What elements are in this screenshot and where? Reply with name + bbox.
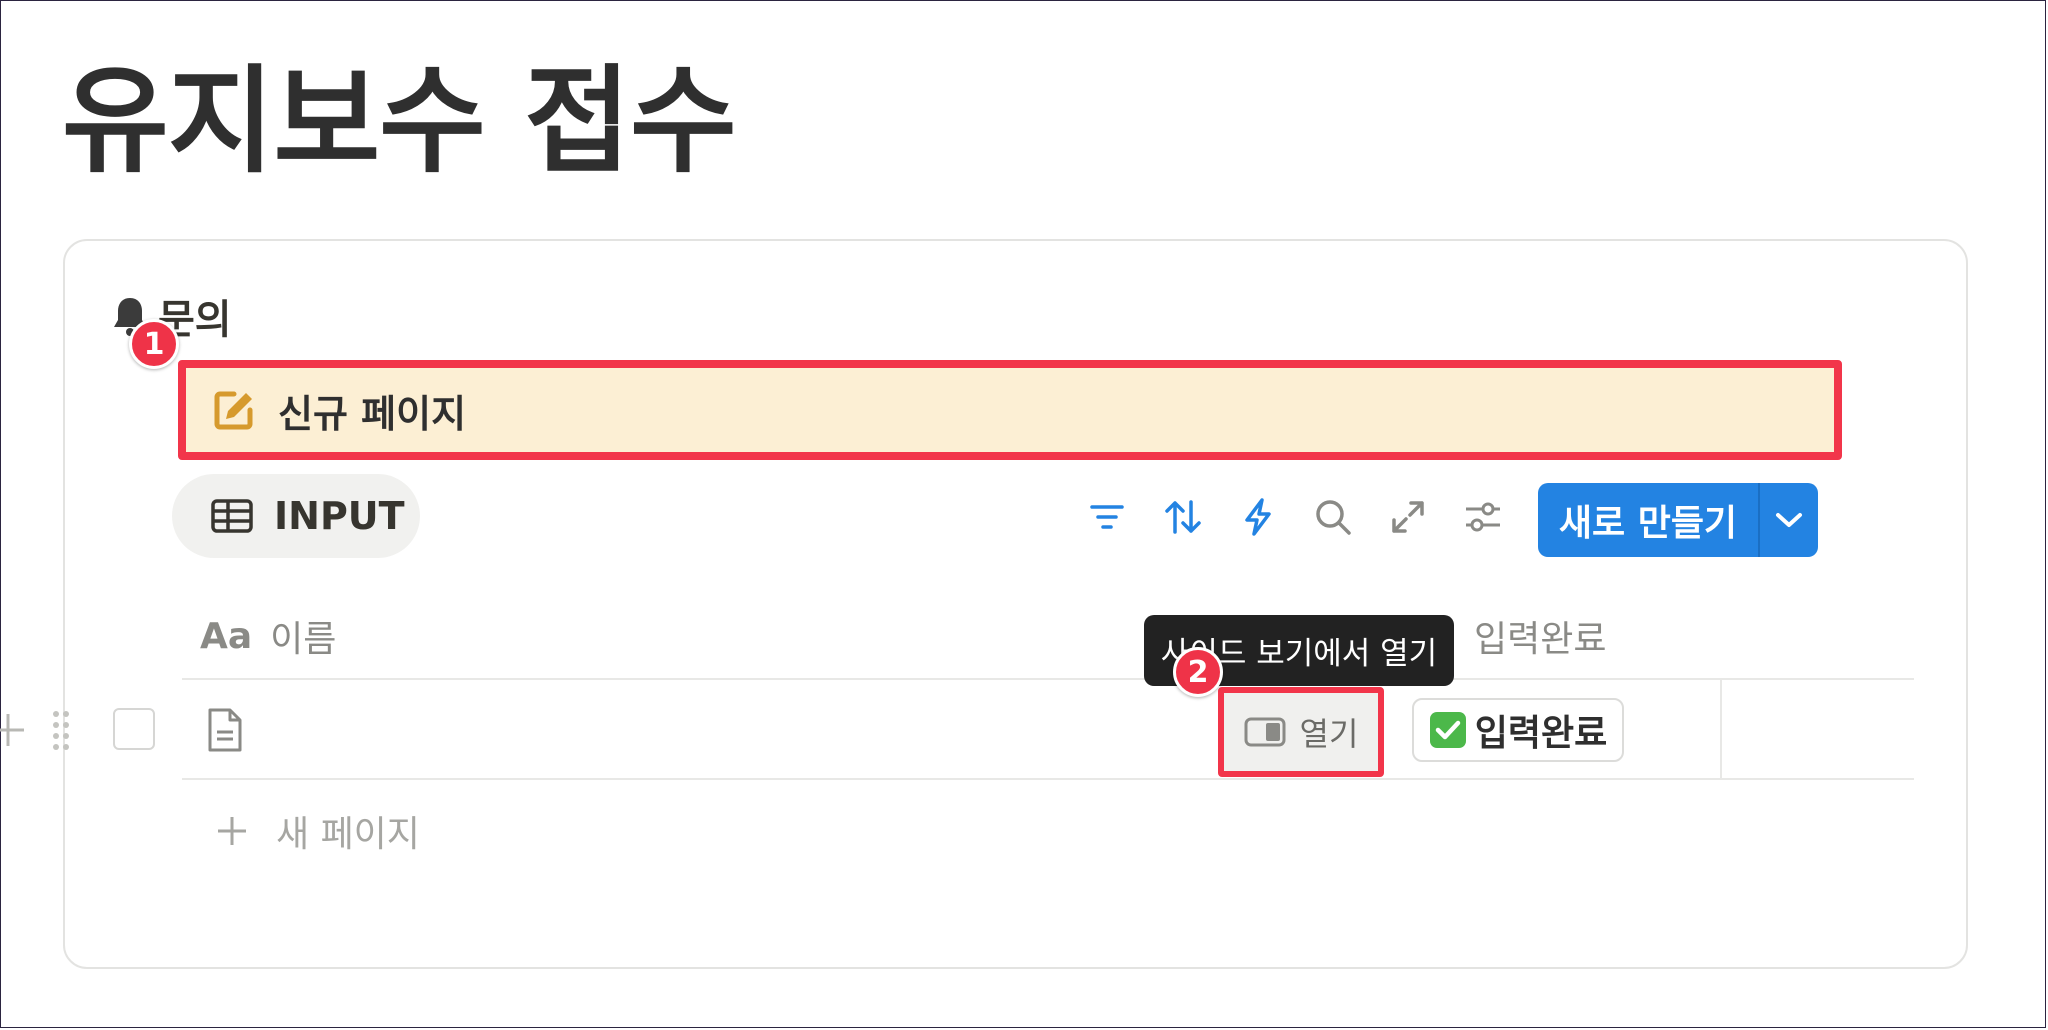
check-mark-icon bbox=[1429, 712, 1466, 748]
edit-icon bbox=[214, 391, 253, 430]
row-checkbox[interactable] bbox=[113, 708, 155, 750]
row-divider bbox=[182, 778, 1914, 780]
search-button[interactable] bbox=[1312, 496, 1354, 538]
settings-icon bbox=[1466, 502, 1500, 532]
text-type-icon: Aa bbox=[200, 615, 253, 657]
plus-icon bbox=[218, 817, 246, 845]
header-divider bbox=[182, 678, 1914, 680]
column-header-status[interactable]: 입력완료 bbox=[1474, 608, 1606, 664]
sort-button[interactable] bbox=[1162, 496, 1204, 538]
new-page-label: 새 페이지 bbox=[276, 814, 420, 855]
side-peek-icon bbox=[1244, 717, 1286, 747]
open-in-side-peek-button[interactable]: 열기 bbox=[1218, 687, 1384, 777]
expand-icon bbox=[1392, 501, 1424, 533]
page-title: 유지보수 접수 bbox=[62, 54, 737, 189]
new-page-button[interactable]: 새 페이지 bbox=[216, 806, 420, 856]
new-button-dropdown[interactable] bbox=[1760, 483, 1818, 557]
new-button-label[interactable]: 새로 만들기 bbox=[1538, 483, 1758, 557]
automation-icon bbox=[1245, 498, 1271, 536]
sort-icon bbox=[1165, 500, 1201, 534]
table-icon bbox=[211, 499, 253, 533]
status-tag[interactable]: 입력완료 bbox=[1412, 698, 1624, 762]
document-icon bbox=[208, 708, 242, 752]
column-header-name[interactable]: Aa 이름 bbox=[200, 608, 336, 664]
view-settings-button[interactable] bbox=[1462, 496, 1504, 538]
column-header-label: 입력완료 bbox=[1474, 619, 1607, 660]
add-row-icon[interactable] bbox=[0, 710, 24, 750]
annotation-badge-2: 2 bbox=[1173, 647, 1223, 697]
annotation-badge-1: 1 bbox=[129, 319, 179, 369]
filter-icon bbox=[1090, 505, 1124, 529]
view-tab-input[interactable]: INPUT bbox=[172, 474, 420, 558]
column-header-label: 이름 bbox=[270, 619, 337, 660]
column-divider bbox=[1720, 680, 1722, 778]
new-button[interactable]: 새로 만들기 bbox=[1538, 483, 1818, 557]
view-tab-label: INPUT bbox=[274, 494, 405, 538]
open-label: 열기 bbox=[1299, 715, 1359, 753]
drag-handle-icon[interactable] bbox=[50, 708, 72, 752]
chevron-down-icon bbox=[1776, 513, 1802, 527]
template-label: 신규 페이지 bbox=[278, 391, 467, 436]
expand-button[interactable] bbox=[1387, 496, 1429, 538]
database-block bbox=[63, 239, 1968, 969]
new-page-template-button[interactable]: 신규 페이지 bbox=[178, 360, 1842, 460]
status-label: 입력완료 bbox=[1474, 713, 1608, 754]
search-icon bbox=[1316, 500, 1351, 535]
automation-button[interactable] bbox=[1237, 496, 1279, 538]
filter-button[interactable] bbox=[1086, 496, 1128, 538]
